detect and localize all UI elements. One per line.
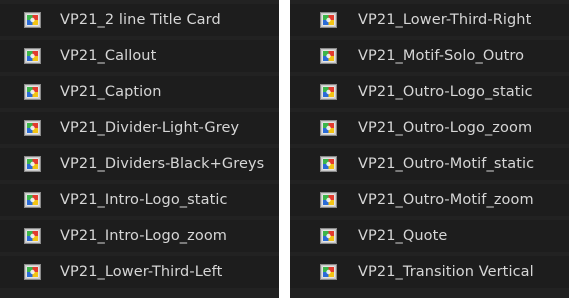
sequence-thumbnail-icon (320, 264, 337, 280)
sequence-thumbnail-icon (320, 156, 337, 172)
sequence-thumbnail-icon (24, 84, 41, 100)
file-row[interactable]: VP21_Outro-Logo_zoom (290, 112, 569, 144)
left-file-list-panel: VP21_2 line Title Card VP21_Callout VP21… (0, 0, 279, 298)
file-name: VP21_Dividers-Black+Greys (60, 156, 265, 172)
file-name: VP21_Outro-Motif_static (358, 156, 535, 172)
sequence-thumbnail-icon (24, 120, 41, 136)
sequence-thumbnail-icon (320, 48, 337, 64)
file-row[interactable]: VP21_Outro-Motif_static (290, 148, 569, 180)
sequence-thumbnail-icon (320, 12, 337, 28)
file-row[interactable]: VP21_Dividers-Black+Greys (0, 148, 279, 180)
file-name: VP21_Callout (60, 48, 157, 64)
file-name: VP21_Motif-Solo_Outro (358, 48, 525, 64)
file-row[interactable]: VP21_Quote (290, 220, 569, 252)
file-row[interactable]: VP21_Transition Vertical (290, 256, 569, 288)
file-row[interactable]: VP21_Callout (0, 40, 279, 72)
file-row[interactable]: VP21_Intro-Logo_static (0, 184, 279, 216)
file-name: VP21_Lower-Third-Left (60, 264, 223, 280)
file-name: VP21_Outro-Motif_zoom (358, 192, 534, 208)
sequence-thumbnail-icon (24, 12, 41, 28)
file-name: VP21_Transition Vertical (358, 264, 534, 280)
file-row[interactable]: VP21_Outro-Motif_zoom (290, 184, 569, 216)
sequence-thumbnail-icon (24, 192, 41, 208)
file-row[interactable]: VP21_Intro-Logo_zoom (0, 220, 279, 252)
file-row[interactable]: VP21_2 line Title Card (0, 4, 279, 36)
file-name: VP21_Divider-Light-Grey (60, 120, 240, 136)
file-row[interactable]: VP21_Divider-Light-Grey (0, 112, 279, 144)
file-name: VP21_2 line Title Card (60, 12, 221, 28)
right-file-list-panel: VP21_Lower-Third-Right VP21_Motif-Solo_O… (290, 0, 569, 298)
sequence-thumbnail-icon (320, 192, 337, 208)
file-row[interactable]: VP21_Outro-Logo_static (290, 76, 569, 108)
file-list: VP21_2 line Title Card VP21_Callout VP21… (0, 0, 279, 288)
file-list: VP21_Lower-Third-Right VP21_Motif-Solo_O… (290, 0, 569, 288)
sequence-thumbnail-icon (24, 228, 41, 244)
file-name: VP21_Intro-Logo_static (60, 192, 228, 208)
file-row[interactable]: VP21_Motif-Solo_Outro (290, 40, 569, 72)
file-name: VP21_Intro-Logo_zoom (60, 228, 228, 244)
sequence-thumbnail-icon (320, 228, 337, 244)
file-name: VP21_Quote (358, 228, 448, 244)
file-row[interactable]: VP21_Lower-Third-Right (290, 4, 569, 36)
file-row[interactable]: VP21_Caption (0, 76, 279, 108)
sequence-thumbnail-icon (320, 84, 337, 100)
sequence-thumbnail-icon (24, 156, 41, 172)
sequence-thumbnail-icon (320, 120, 337, 136)
file-name: VP21_Lower-Third-Right (358, 12, 532, 28)
file-row[interactable]: VP21_Lower-Third-Left (0, 256, 279, 288)
file-name: VP21_Caption (60, 84, 162, 100)
sequence-thumbnail-icon (24, 264, 41, 280)
file-name: VP21_Outro-Logo_zoom (358, 120, 533, 136)
file-name: VP21_Outro-Logo_static (358, 84, 533, 100)
sequence-thumbnail-icon (24, 48, 41, 64)
